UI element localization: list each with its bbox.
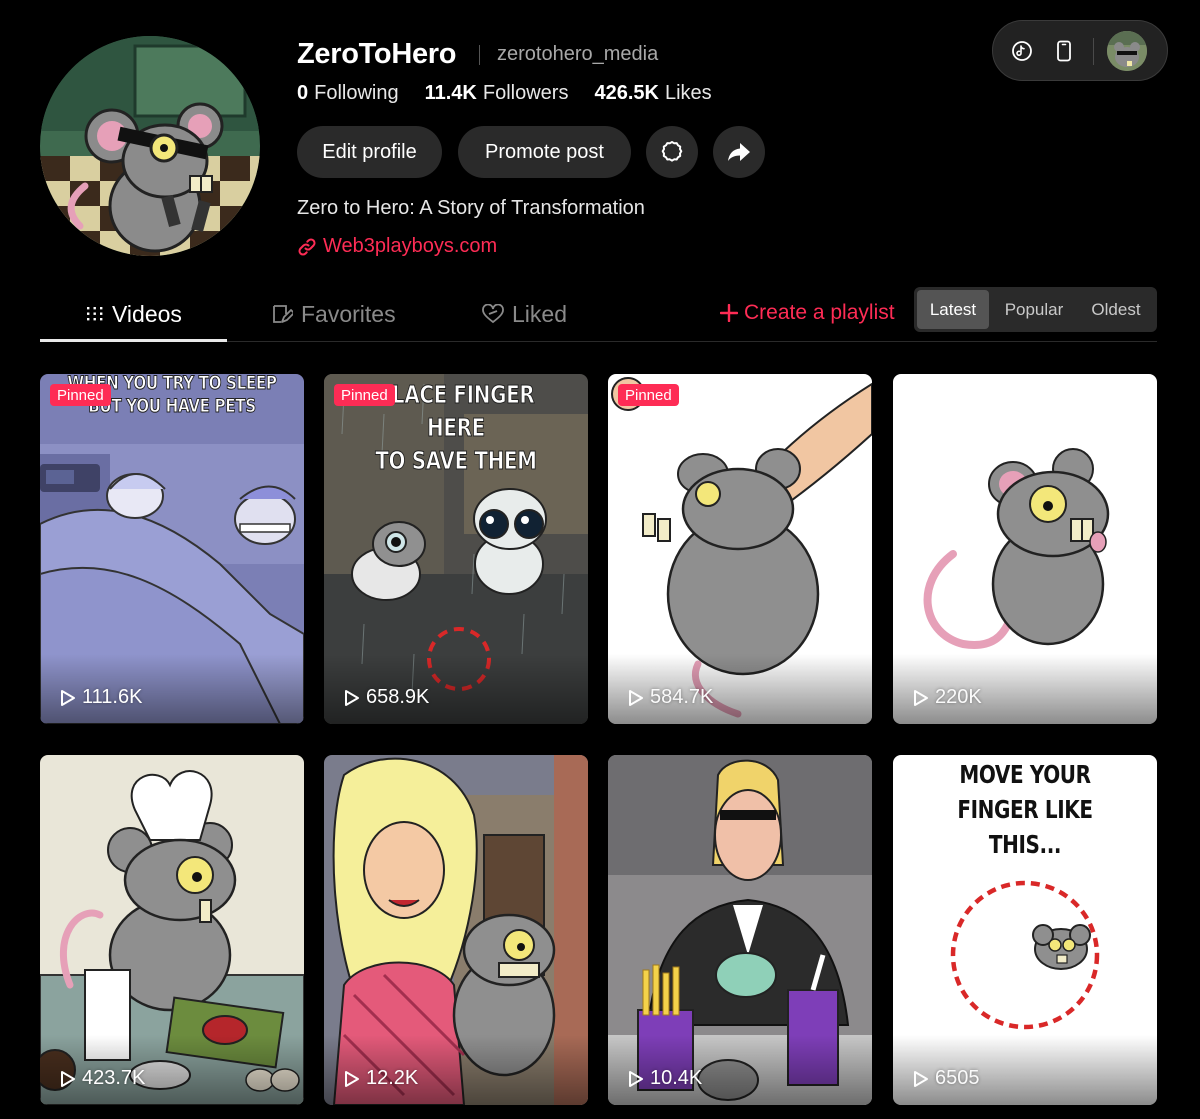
view-count-text: 10.4K: [650, 1067, 703, 1089]
likes-stat: 426.5K Likes: [594, 82, 711, 105]
profile-bio: Zero to Hero: A Story of Transformation: [297, 197, 645, 219]
view-count-text: 423.7K: [82, 1067, 146, 1089]
settings-button[interactable]: [646, 126, 698, 178]
active-tab-indicator: [40, 339, 227, 342]
video-card[interactable]: 10.4K: [608, 755, 872, 1105]
view-count: 658.9K: [344, 686, 429, 709]
play-icon: [914, 689, 928, 706]
video-caption-line: THIS...: [988, 830, 1062, 859]
top-toolbar: [992, 20, 1168, 81]
play-icon: [61, 1070, 75, 1087]
sort-latest[interactable]: Latest: [917, 290, 989, 329]
play-icon: [345, 689, 359, 706]
create-playlist-button[interactable]: Create a playlist: [720, 298, 895, 328]
profile-avatar[interactable]: [40, 36, 260, 256]
followers-stat[interactable]: 11.4K Followers: [425, 82, 569, 105]
view-count: 6505: [913, 1067, 980, 1090]
handle-divider: [479, 45, 480, 65]
profile-link-text: Web3playboys.com: [323, 235, 498, 257]
promote-post-button[interactable]: Promote post: [458, 126, 631, 178]
profile-page: ZeroToHero zerotohero_media 0 Following 1…: [0, 0, 1200, 1119]
profile-link[interactable]: Web3playboys.com: [297, 235, 497, 258]
grid-icon: [87, 307, 103, 321]
video-caption: MOVE YOUR FINGER LIKE THIS...: [919, 757, 1130, 862]
play-icon: [345, 1070, 359, 1087]
video-card[interactable]: 12.2K: [324, 755, 588, 1105]
heart-icon: [482, 304, 504, 324]
video-card[interactable]: 423.7K: [40, 755, 304, 1105]
video-card[interactable]: PLACE FINGER HERE TO SAVE THEM Pinned 65…: [324, 374, 588, 724]
profile-username: ZeroToHero: [297, 38, 457, 70]
following-label: Following: [314, 82, 399, 104]
profile-handle: zerotohero_media: [497, 43, 659, 65]
tab-liked[interactable]: Liked: [482, 298, 567, 330]
following-count: 0: [297, 82, 309, 104]
account-avatar[interactable]: [1107, 31, 1147, 71]
share-arrow-icon: [728, 143, 750, 161]
pinned-badge: Pinned: [618, 384, 679, 406]
play-icon: [914, 1070, 928, 1087]
view-count-text: 220K: [935, 686, 982, 708]
video-card[interactable]: Pinned 584.7K: [608, 374, 872, 724]
view-count: 423.7K: [60, 1067, 145, 1090]
likes-count: 426.5K: [594, 82, 659, 104]
video-card[interactable]: 220K: [893, 374, 1157, 724]
view-count-text: 584.7K: [650, 686, 714, 708]
sort-toggle: Latest Popular Oldest: [914, 287, 1157, 332]
tab-videos-label: Videos: [112, 300, 182, 327]
followers-label: Followers: [482, 82, 569, 104]
view-count: 12.2K: [344, 1067, 418, 1090]
sort-popular[interactable]: Popular: [994, 290, 1074, 329]
tab-favorites-label: Favorites: [301, 300, 396, 327]
pinned-badge: Pinned: [50, 384, 111, 406]
play-icon: [629, 1070, 643, 1087]
play-icon: [629, 689, 643, 706]
mobile-icon[interactable]: [1049, 36, 1079, 66]
view-count-text: 12.2K: [366, 1067, 419, 1089]
followers-count: 11.4K: [424, 82, 477, 104]
play-icon: [61, 689, 75, 706]
likes-label: Likes: [664, 82, 712, 104]
tab-favorites[interactable]: Favorites: [271, 298, 396, 330]
share-button[interactable]: [713, 126, 765, 178]
view-count-text: 6505: [935, 1067, 980, 1089]
video-card[interactable]: MOVE YOUR FINGER LIKE THIS... 6505: [893, 755, 1157, 1105]
toolbar-divider: [1093, 38, 1094, 65]
plus-icon: [720, 304, 738, 322]
bookmark-icon: [273, 305, 293, 323]
tab-videos[interactable]: Videos: [86, 298, 182, 330]
settings-icon: [661, 141, 683, 162]
view-count: 220K: [913, 686, 982, 709]
link-icon: [298, 237, 316, 256]
video-caption-line: TO SAVE THEM: [375, 446, 538, 476]
edit-profile-button[interactable]: Edit profile: [297, 126, 442, 178]
view-count: 584.7K: [628, 686, 713, 709]
video-card[interactable]: WHEN YOU TRY TO SLEEP BUT YOU HAVE PETS …: [40, 374, 304, 724]
video-caption-line: FINGER LIKE: [957, 795, 1093, 824]
view-count: 10.4K: [628, 1067, 702, 1090]
view-count: 111.6K: [60, 686, 142, 709]
view-count-text: 111.6K: [82, 686, 143, 708]
video-caption-line: MOVE YOUR: [959, 760, 1091, 789]
sort-oldest[interactable]: Oldest: [1078, 290, 1154, 329]
view-count-text: 658.9K: [366, 686, 430, 708]
following-stat[interactable]: 0 Following: [297, 82, 399, 105]
create-playlist-label: Create a playlist: [744, 301, 895, 324]
tab-liked-label: Liked: [512, 300, 567, 327]
pinned-badge: Pinned: [334, 384, 395, 406]
tiktok-icon[interactable]: [1007, 36, 1037, 66]
profile-stats: 0 Following 11.4K Followers 426.5K Likes: [297, 82, 738, 105]
